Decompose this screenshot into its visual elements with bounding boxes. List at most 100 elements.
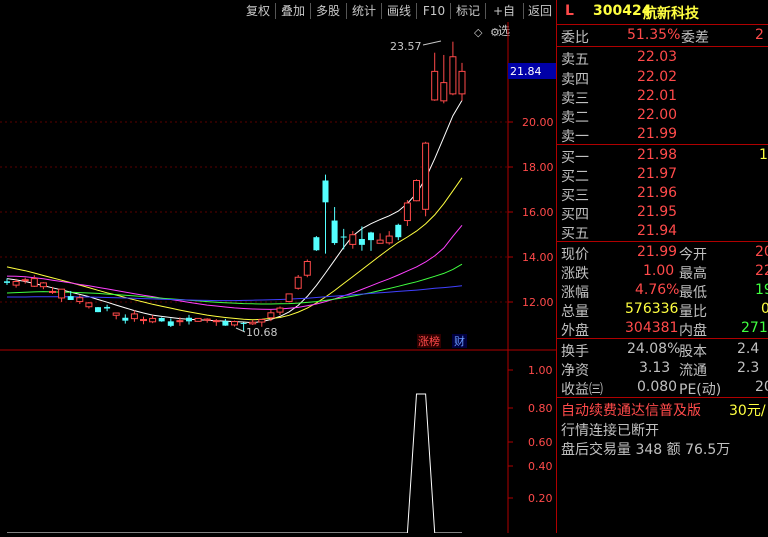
candle-body xyxy=(104,306,111,309)
promo-row[interactable]: 自动续费通达信普及版 30元/ xyxy=(557,399,768,419)
candlestick[interactable] xyxy=(194,317,202,322)
candle-body xyxy=(276,307,284,313)
indicator-line xyxy=(7,393,462,534)
candlestick[interactable] xyxy=(376,233,384,244)
candlestick[interactable] xyxy=(422,141,430,217)
mark-button[interactable]: 标记 xyxy=(453,1,483,21)
candlestick[interactable] xyxy=(285,293,293,303)
candlestick[interactable] xyxy=(294,275,302,290)
weibi-value: 51.35% xyxy=(627,27,681,43)
candlestick[interactable] xyxy=(303,259,311,278)
indicator-series xyxy=(7,393,462,534)
finance-label: 收益㈢ xyxy=(561,382,603,398)
diamond-marker[interactable]: ◇ xyxy=(474,26,483,39)
stat-label: 现价 xyxy=(561,247,589,263)
candle-body xyxy=(294,276,302,289)
zhangbang-badge[interactable]: 涨榜 xyxy=(418,334,440,348)
stat-row: 外盘 304381 内盘 271 xyxy=(557,319,768,339)
promo-text[interactable]: 自动续费通达信普及版 xyxy=(561,400,701,420)
ask-row[interactable]: 卖四 22.02 xyxy=(557,68,768,88)
candlestick[interactable] xyxy=(167,318,174,327)
toolbar-separator xyxy=(485,3,486,19)
candlestick[interactable] xyxy=(403,200,411,226)
indicator-tick-label: 0.60 xyxy=(528,436,553,449)
candlestick[interactable] xyxy=(30,275,38,287)
candle-body xyxy=(240,322,247,324)
toolbar-separator xyxy=(275,3,276,19)
finance-row: 换手 24.08% 股本 2.4 xyxy=(557,340,768,360)
candlestick[interactable] xyxy=(331,207,338,245)
bid-row[interactable]: 买二 21.97 xyxy=(557,165,768,185)
candlestick[interactable] xyxy=(203,318,211,323)
f10-button[interactable]: F10 xyxy=(420,1,448,21)
candlestick[interactable] xyxy=(104,304,111,312)
indicator-axis: 1.00 0.80 0.60 0.40 0.20 xyxy=(508,364,553,505)
kline-chart-area[interactable]: 20.00 18.00 16.00 14.00 12.00 21.84 1.00… xyxy=(0,22,556,534)
bid-row[interactable]: 买四 21.95 xyxy=(557,203,768,223)
candlestick[interactable] xyxy=(322,174,329,254)
candlestick[interactable] xyxy=(413,179,420,202)
stat-row: 涨幅 4.76% 最低 19 xyxy=(557,281,768,301)
candlestick[interactable] xyxy=(39,282,47,290)
candlestick[interactable] xyxy=(313,236,320,251)
settings-icon[interactable]: ⚙ xyxy=(490,26,500,39)
candlestick[interactable] xyxy=(440,54,448,104)
candlestick[interactable] xyxy=(368,231,374,251)
draw-line-button[interactable]: 画线 xyxy=(384,1,414,21)
ask-row[interactable]: 卖五 22.03 xyxy=(557,48,768,68)
back-button[interactable]: 返回 xyxy=(526,1,554,21)
stat-value: 22 xyxy=(755,263,768,279)
candle-body xyxy=(413,180,420,202)
stat-label: 最高 xyxy=(679,266,707,282)
candlestick[interactable] xyxy=(458,62,466,101)
multi-stock-button[interactable]: 多股 xyxy=(313,1,343,21)
candlestick[interactable] xyxy=(112,312,120,320)
candle-body xyxy=(122,317,129,321)
cai-badge[interactable]: 财 xyxy=(454,334,465,348)
bid-row[interactable]: 买五 21.94 xyxy=(557,222,768,242)
candlestick[interactable] xyxy=(449,41,457,96)
bid-row[interactable]: 买一 21.98 1 xyxy=(557,146,768,166)
bid-price: 21.95 xyxy=(637,204,678,220)
finance-value: 20 xyxy=(755,379,768,395)
candlestick[interactable] xyxy=(395,223,402,241)
candlestick[interactable] xyxy=(340,228,347,250)
candlestick[interactable] xyxy=(249,320,257,325)
candlestick[interactable] xyxy=(95,306,101,313)
candlestick[interactable] xyxy=(385,231,393,245)
candle-body xyxy=(4,281,10,283)
candlestick[interactable] xyxy=(149,315,157,324)
ask-row[interactable]: 卖一 21.99 xyxy=(557,125,768,145)
overlay-button[interactable]: 叠加 xyxy=(278,1,308,21)
statistics-button[interactable]: 统计 xyxy=(349,1,379,21)
candlestick[interactable] xyxy=(58,288,66,302)
candlestick[interactable] xyxy=(21,277,29,284)
candlestick[interactable] xyxy=(231,320,238,327)
candle-body xyxy=(112,312,120,316)
candle-body xyxy=(186,317,192,322)
finance-value: 2.3 xyxy=(737,360,760,376)
candle-body xyxy=(358,239,365,245)
candlesticks[interactable] xyxy=(4,41,466,332)
candlestick[interactable] xyxy=(122,314,129,324)
candle-body xyxy=(85,302,93,308)
fuquan-button[interactable]: 复权 xyxy=(243,1,273,21)
kline-chart-svg[interactable]: 20.00 18.00 16.00 14.00 12.00 21.84 1.00… xyxy=(0,22,556,534)
candlestick[interactable] xyxy=(267,310,275,322)
candlestick[interactable] xyxy=(222,318,229,326)
candlestick[interactable] xyxy=(130,310,138,322)
ask-price: 22.01 xyxy=(637,88,678,104)
candlestick[interactable] xyxy=(276,306,284,316)
ask-row[interactable]: 卖三 22.01 xyxy=(557,87,768,107)
add-watchlist-button[interactable]: +自选 xyxy=(487,1,521,38)
bid-row[interactable]: 买三 21.96 xyxy=(557,184,768,204)
candlestick[interactable] xyxy=(140,316,147,325)
stat-value: 304381 xyxy=(625,320,679,336)
candlestick[interactable] xyxy=(158,317,165,322)
candlestick[interactable] xyxy=(431,52,439,101)
candlestick[interactable] xyxy=(85,302,93,309)
ask-row[interactable]: 卖二 22.00 xyxy=(557,106,768,126)
candle-body xyxy=(322,180,329,203)
promo-price[interactable]: 30元/ xyxy=(729,400,766,420)
candlestick[interactable] xyxy=(186,314,192,325)
